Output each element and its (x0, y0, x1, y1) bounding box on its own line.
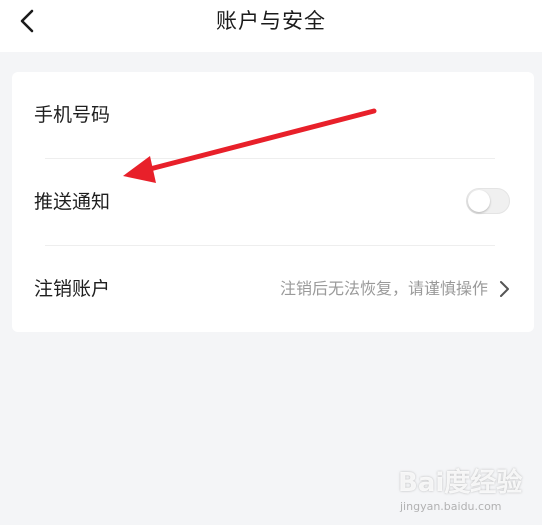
watermark-logo: Bai度经验 (398, 468, 523, 498)
top-bar: 账户与安全 (0, 0, 542, 52)
delete-account-warning: 注销后无法恢复，请谨慎操作 (279, 279, 488, 298)
chevron-right-icon (500, 281, 509, 297)
settings-card: 手机号码 推送通知 注销账户 注销后无法恢复，请谨慎操作 (12, 72, 534, 332)
settings-row-push-notifications: 推送通知 (12, 159, 534, 245)
settings-row-phone-number[interactable]: 手机号码 (12, 72, 534, 158)
toggle-knob (468, 190, 490, 212)
push-notifications-toggle[interactable] (466, 188, 510, 214)
page-title: 账户与安全 (216, 9, 326, 33)
watermark-url: jingyan.baidu.com (400, 500, 502, 513)
row-label-phone-number: 手机号码 (34, 104, 111, 126)
row-label-push-notifications: 推送通知 (34, 191, 111, 213)
row-label-delete-account: 注销账户 (34, 278, 111, 300)
settings-row-delete-account[interactable]: 注销账户 注销后无法恢复，请谨慎操作 (12, 246, 534, 332)
watermark: Bai度经验 jingyan.baidu.com (398, 462, 528, 518)
